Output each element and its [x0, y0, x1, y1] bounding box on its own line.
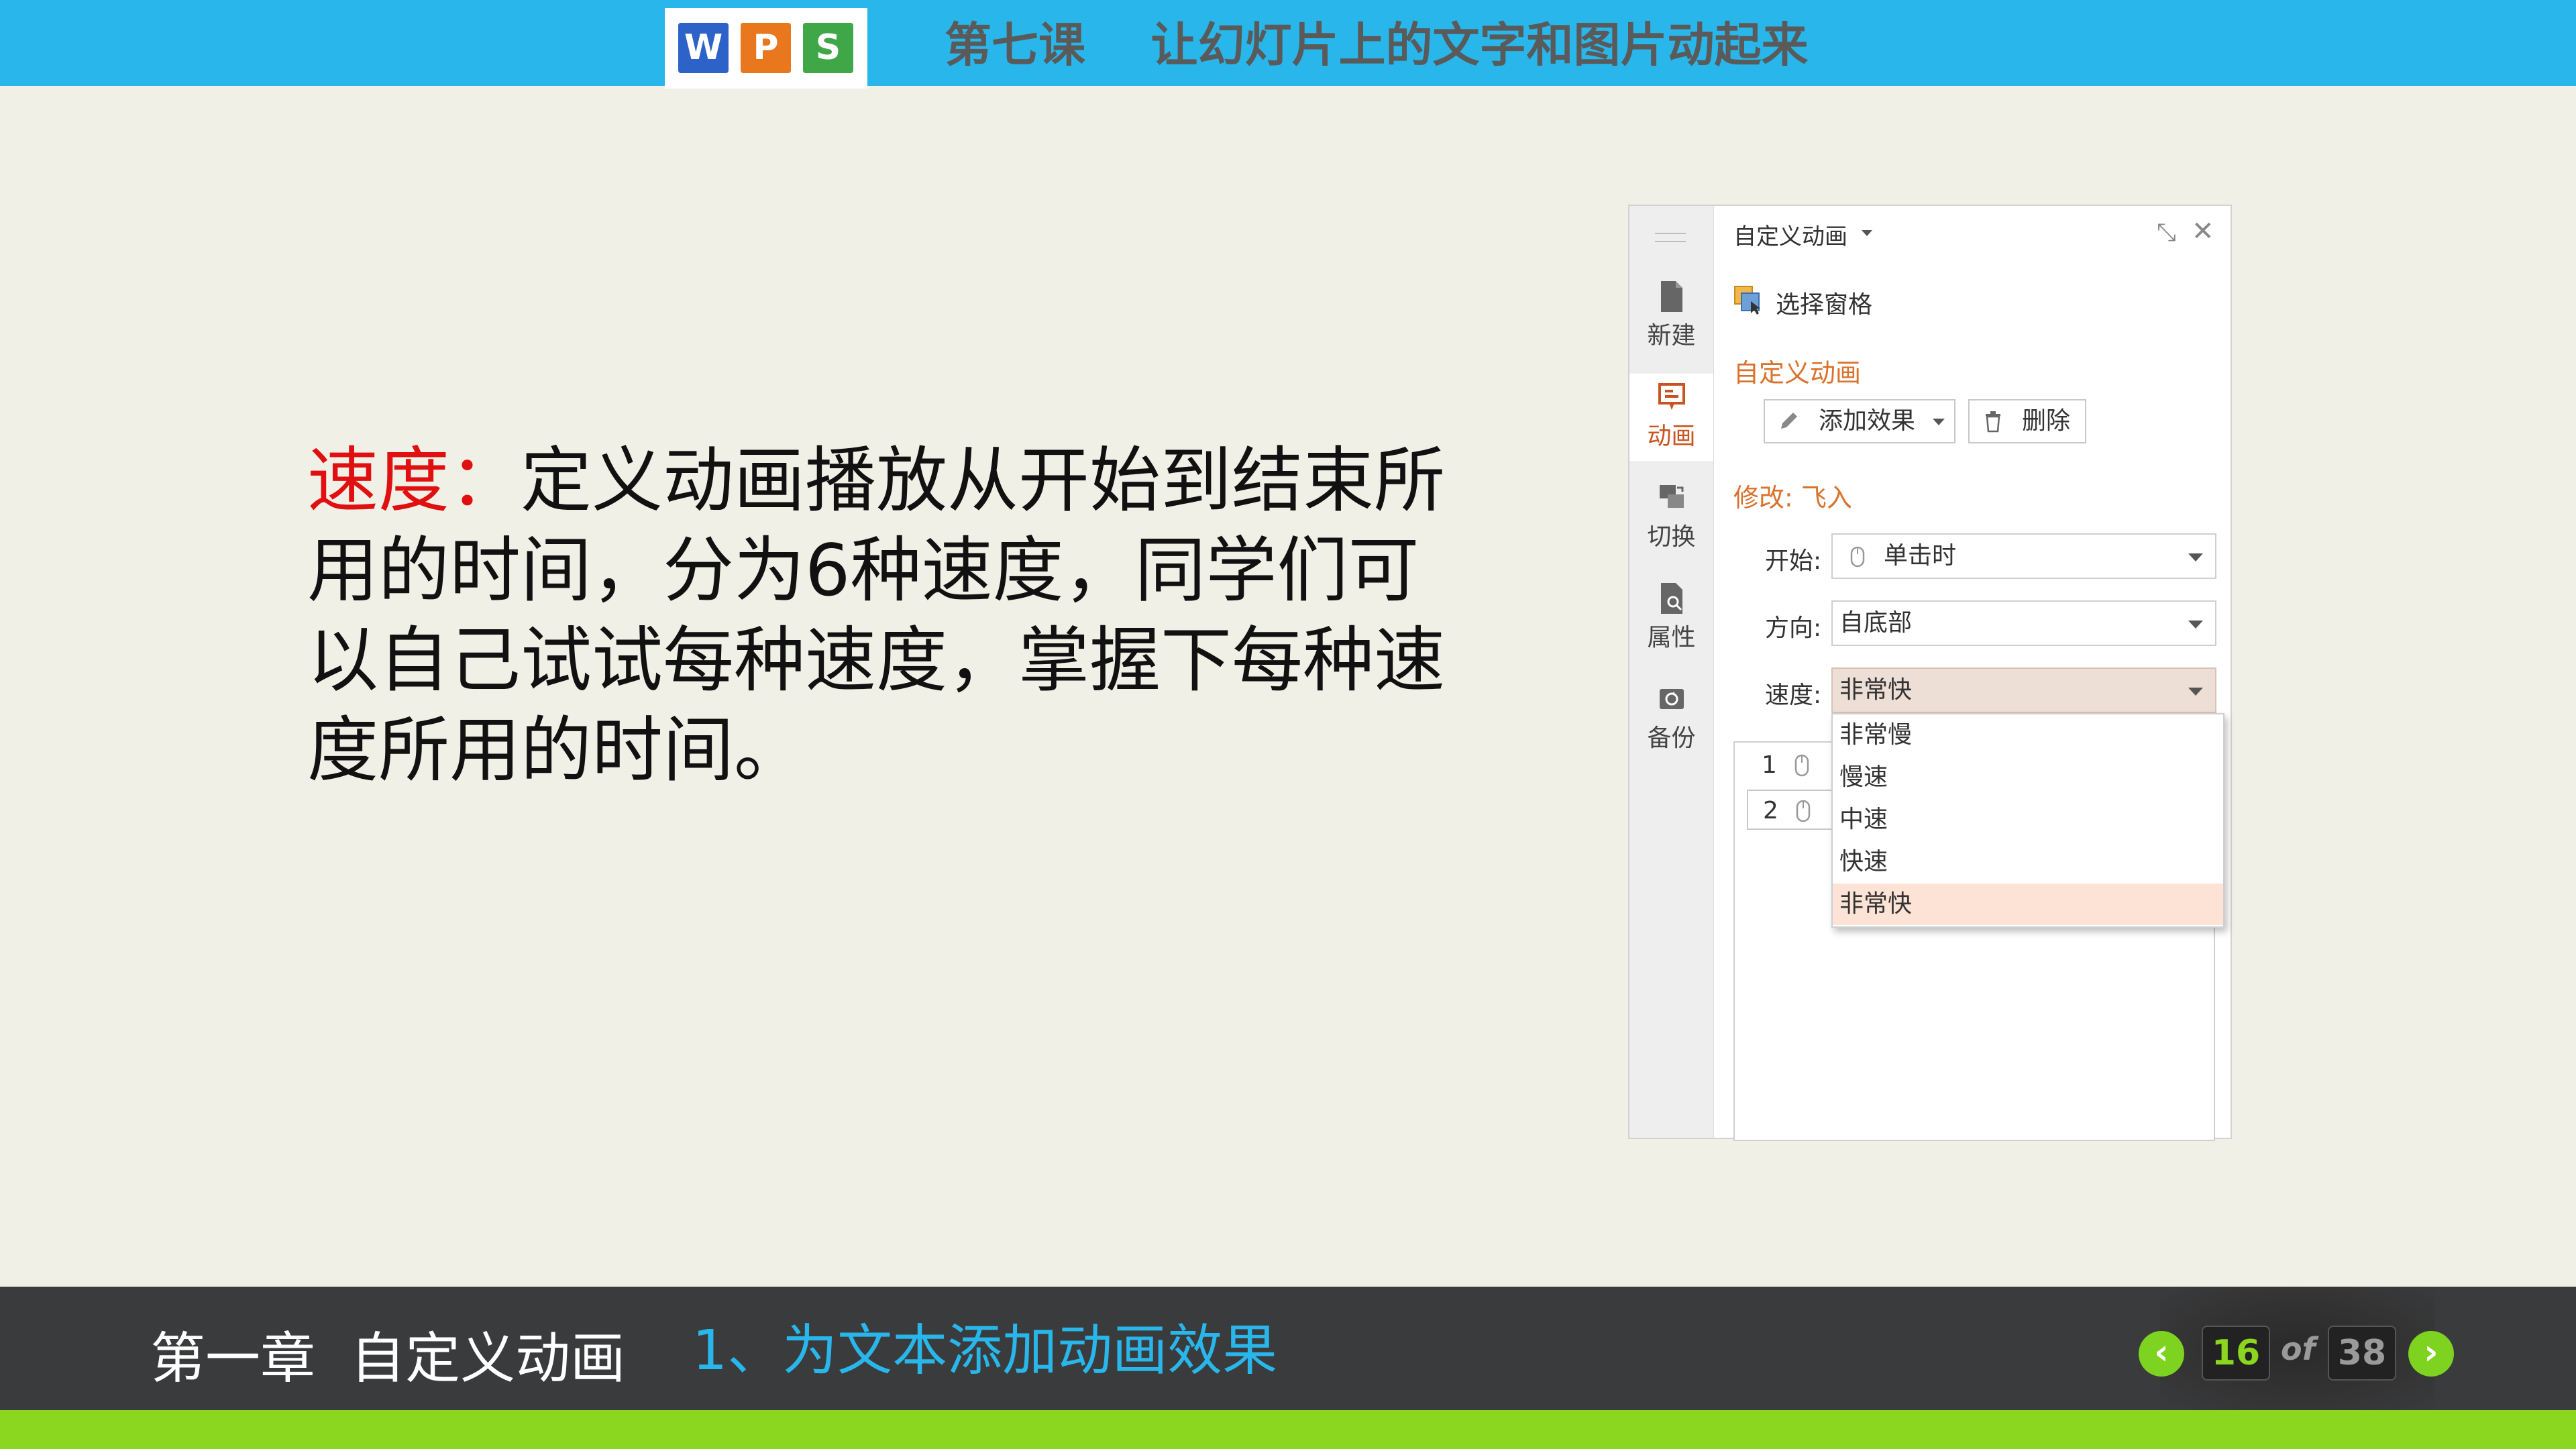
mouse-icon	[1794, 754, 1809, 777]
speed-select[interactable]: 非常快	[1831, 667, 2216, 713]
start-label: 开始:	[1765, 547, 1822, 575]
transition-icon	[1659, 485, 1684, 508]
add-effect-button[interactable]: 添加效果	[1764, 399, 1955, 443]
sidebar-item-label: 动画	[1647, 423, 1696, 450]
section-title: 1、为文本添加动画效果	[692, 1319, 1278, 1383]
speed-highlight: 速度：	[307, 439, 521, 522]
logo-w-tile: W	[678, 23, 729, 73]
page-of-label: of	[2281, 1331, 2316, 1367]
panel-title[interactable]: 自定义动画	[1733, 218, 1847, 251]
start-value: 单击时	[1884, 542, 1957, 570]
panel-sidebar: 新建 动画 切换 属性 备份	[1629, 206, 1714, 1138]
panel-title-dropdown-icon[interactable]	[1862, 230, 1872, 236]
sidebar-item-animation[interactable]: 动画	[1629, 374, 1713, 461]
start-select[interactable]: 单击时	[1831, 533, 2216, 579]
pencil-icon	[1781, 413, 1797, 429]
delete-label: 删除	[2022, 407, 2071, 435]
speed-option-selected[interactable]: 非常快	[1833, 883, 2223, 925]
sidebar-item-label: 属性	[1647, 624, 1696, 651]
sidebar-item-properties[interactable]: 属性	[1629, 582, 1713, 662]
modify-heading: 修改: 飞入	[1733, 483, 1852, 513]
selection-pane-link[interactable]: 选择窗格	[1776, 285, 1872, 320]
total-pages-number: 38	[2328, 1326, 2396, 1381]
chevron-down-icon	[2188, 621, 2203, 629]
direction-select[interactable]: 自底部	[1831, 600, 2216, 646]
wps-logo: W P S	[665, 8, 867, 89]
effect-number: 1	[1762, 751, 1777, 779]
trash-icon	[1986, 411, 2000, 433]
footer-accent-bar	[0, 1410, 2576, 1449]
custom-animation-panel: 新建 动画 切换 属性 备份 自定义动画 ⤡ ✕ 选择窗格 自定义动画 添加效果…	[1628, 205, 2232, 1141]
lesson-title: 第七课 让幻灯片上的文字和图片动起来	[945, 17, 1809, 72]
backup-icon	[1659, 689, 1684, 709]
mouse-icon	[1850, 546, 1865, 568]
next-page-button[interactable]: ›	[2408, 1331, 2454, 1377]
chevron-down-icon	[1933, 419, 1945, 425]
chevron-down-icon	[2188, 553, 2203, 561]
speed-option[interactable]: 中速	[1833, 799, 2223, 841]
sidebar-item-transition[interactable]: 切换	[1629, 481, 1713, 561]
properties-icon	[1660, 583, 1682, 614]
chevron-down-icon	[2188, 688, 2203, 696]
drag-grip-icon[interactable]	[1655, 233, 1686, 242]
speed-dropdown-menu: 非常慢 慢速 中速 快速 非常快	[1831, 713, 2224, 928]
speed-label: 速度:	[1765, 682, 1822, 709]
delete-button[interactable]: 删除	[1968, 399, 2086, 443]
speed-option[interactable]: 快速	[1833, 841, 2223, 883]
sidebar-item-backup[interactable]: 备份	[1629, 682, 1713, 763]
speed-option[interactable]: 非常慢	[1833, 714, 2223, 756]
animation-icon	[1658, 383, 1685, 410]
slide-body-text: 速度：定义动画播放从开始到结束所用的时间，分为6种速度，同学们可以自己试试每种速…	[307, 436, 1448, 796]
speed-value: 非常快	[1839, 676, 1913, 704]
list-item[interactable]: 2	[1747, 790, 1834, 830]
custom-animation-heading: 自定义动画	[1733, 358, 1862, 388]
sidebar-item-label: 新建	[1647, 322, 1696, 350]
chapter-title: 第一章 自定义动画	[150, 1327, 626, 1391]
previous-page-button[interactable]: ‹	[2139, 1331, 2184, 1377]
selection-pane-icon[interactable]	[1733, 285, 1763, 315]
minimize-panel-icon[interactable]: ⤡	[2157, 219, 2184, 246]
mouse-icon	[1796, 800, 1811, 822]
sidebar-item-label: 切换	[1647, 523, 1696, 551]
logo-s-tile: S	[803, 23, 853, 73]
add-effect-label: 添加效果	[1819, 407, 1916, 435]
list-item[interactable]: 1	[1747, 745, 1834, 786]
direction-label: 方向:	[1765, 614, 1822, 642]
document-icon	[1660, 281, 1682, 312]
direction-value: 自底部	[1839, 609, 1913, 637]
current-page-number: 16	[2202, 1326, 2270, 1381]
speed-option[interactable]: 慢速	[1833, 757, 2223, 798]
sidebar-item-new[interactable]: 新建	[1629, 280, 1713, 360]
sidebar-item-label: 备份	[1647, 724, 1696, 752]
effect-number: 2	[1763, 797, 1778, 824]
logo-p-tile: P	[741, 23, 791, 73]
close-panel-icon[interactable]: ✕	[2192, 218, 2218, 245]
